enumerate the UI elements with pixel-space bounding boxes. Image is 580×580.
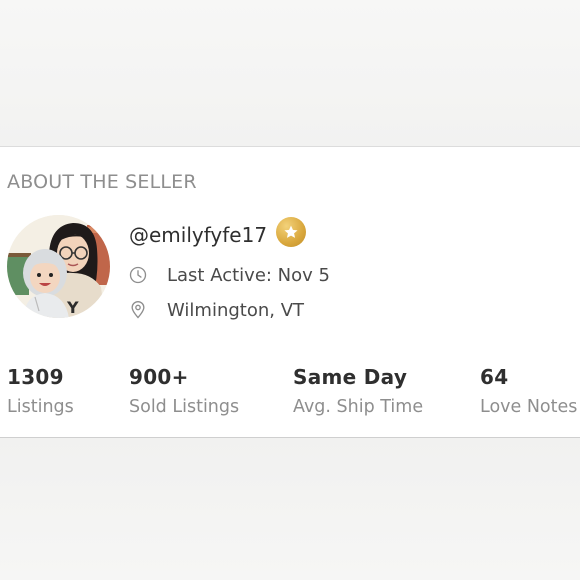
location-text: Wilmington, VT [167,299,305,321]
stat-label: Avg. Ship Time [293,397,424,417]
clock-icon [129,266,147,284]
stat-value: 64 [480,365,509,389]
star-icon [276,217,306,247]
location-pin-icon [131,301,145,319]
last-active-row: Last Active: Nov 5 [128,264,330,286]
stat-avg-ship-time: Same Day Avg. Ship Time [293,365,423,417]
stat-label: Sold Listings [129,397,240,417]
stat-value: Same Day [293,365,408,389]
seller-avatar[interactable]: Y [7,215,110,318]
avatar-illustration: Y [7,215,110,318]
stat-label: Love Notes [480,397,578,417]
location-row: Wilmington, VT [128,299,304,321]
section-title: ABOUT THE SELLER [7,171,197,193]
seller-username[interactable]: @emilyfyfe17 [129,223,267,247]
page-background-bottom [0,438,580,580]
stat-value: 1309 [7,365,64,389]
stat-label: Listings [7,397,74,417]
about-seller-card: ABOUT THE SELLER Y @emilyfyfe17 Last Act… [0,146,580,438]
page-background-top [0,0,580,146]
stat-value: 900+ [129,365,189,389]
stat-sold-listings[interactable]: 900+ Sold Listings [129,365,239,417]
stat-listings[interactable]: 1309 Listings [7,365,74,417]
last-active-text: Last Active: Nov 5 [167,264,330,286]
stat-love-notes[interactable]: 64 Love Notes [480,365,577,417]
